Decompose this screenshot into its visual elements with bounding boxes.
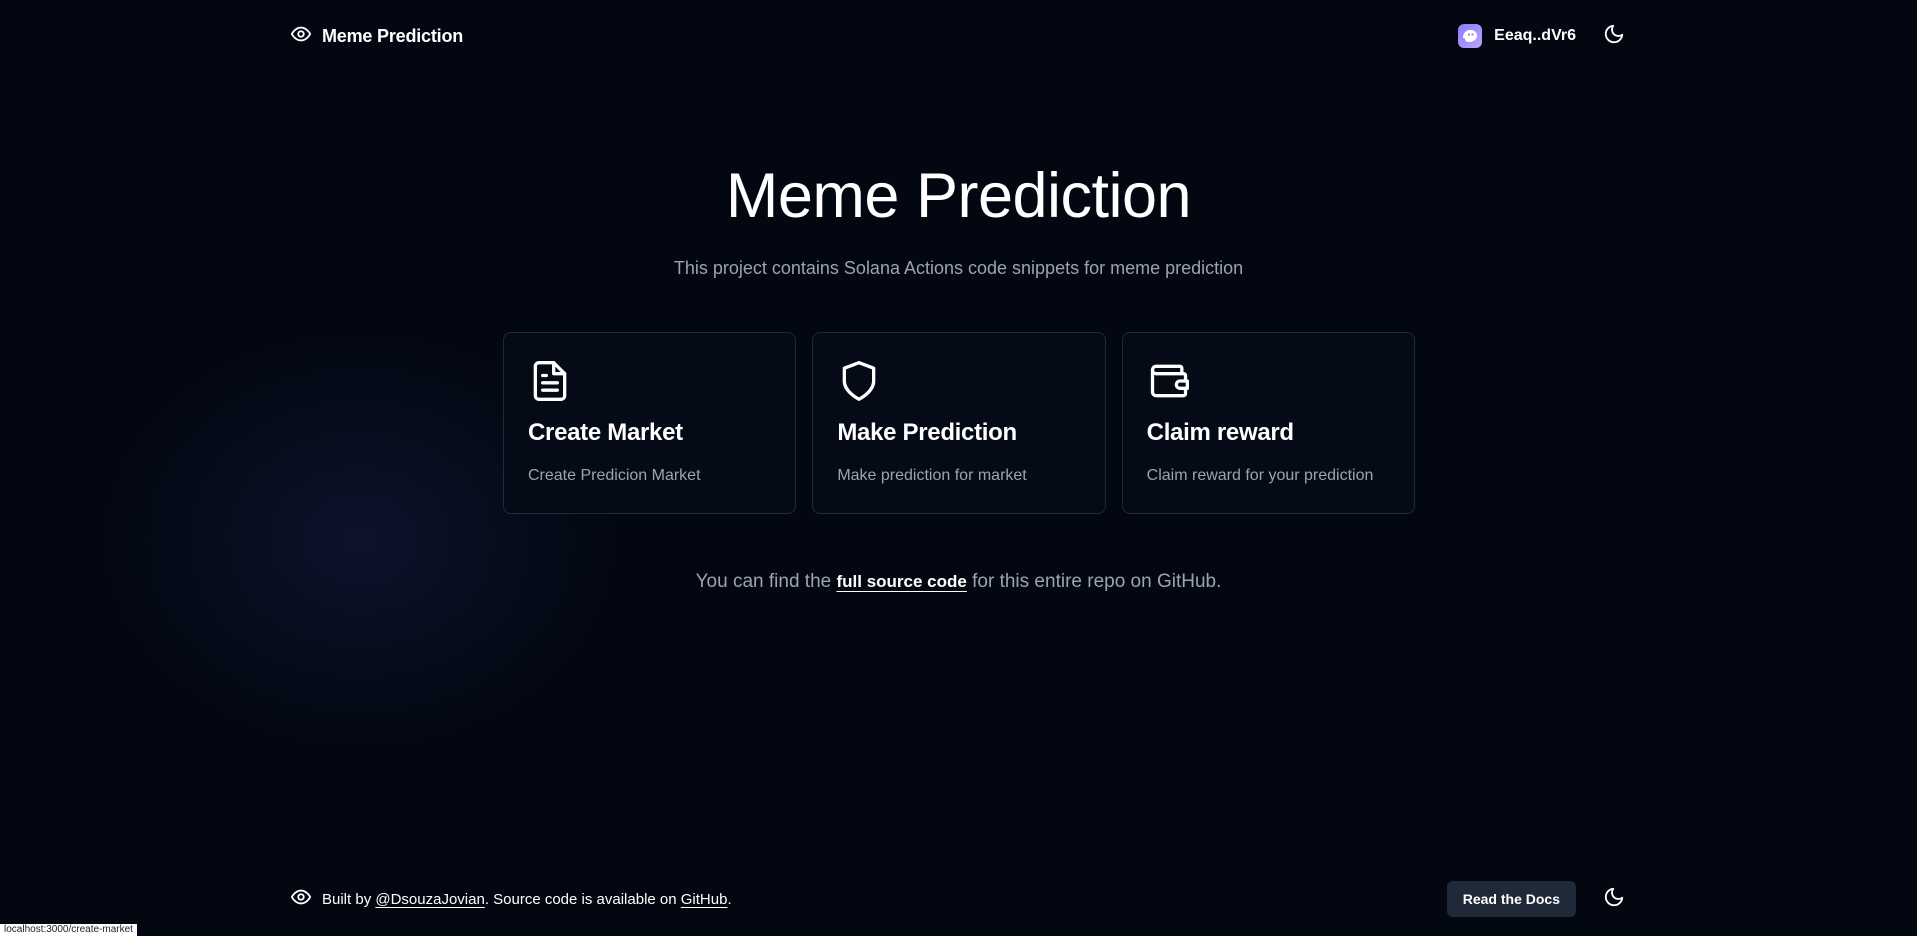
- wallet-address: Eeaq..dVr6: [1494, 27, 1576, 44]
- make-prediction-card[interactable]: Make Prediction Make prediction for mark…: [812, 332, 1106, 514]
- read-docs-button[interactable]: Read the Docs: [1446, 881, 1576, 917]
- moon-icon: [1603, 886, 1625, 913]
- brand-title: Meme Prediction: [322, 25, 464, 46]
- shield-icon: [837, 357, 881, 405]
- header-actions: Eeaq..dVr6: [1458, 24, 1626, 48]
- wallet-button[interactable]: Eeaq..dVr6: [1458, 24, 1576, 48]
- card-description: Make prediction for market: [837, 467, 1027, 484]
- eye-icon: [290, 23, 312, 50]
- source-code-note: You can find the full source code for th…: [0, 571, 1917, 593]
- built-by-label: Built by: [322, 890, 376, 908]
- browser-status-url: localhost:3000/create-market: [0, 924, 137, 936]
- document-icon: [528, 357, 572, 405]
- source-prefix: You can find the: [695, 571, 837, 592]
- action-cards: Create Market Create Predicion Market Ma…: [503, 332, 1415, 514]
- card-description: Create Predicion Market: [528, 467, 701, 484]
- claim-reward-card[interactable]: Claim reward Claim reward for your predi…: [1121, 332, 1415, 514]
- card-title: Make Prediction: [837, 419, 1017, 446]
- create-market-card[interactable]: Create Market Create Predicion Market: [503, 332, 797, 514]
- card-description: Claim reward for your prediction: [1146, 467, 1374, 484]
- footer-middle-text: . Source code is available on: [484, 890, 681, 908]
- site-footer: Built by @DsouzaJovian. Source code is a…: [290, 881, 1626, 917]
- source-suffix: for this entire repo on GitHub.: [966, 571, 1222, 592]
- footer-end-text: .: [727, 890, 732, 908]
- page-title: Meme Prediction: [725, 161, 1192, 231]
- theme-toggle-button[interactable]: [1602, 24, 1626, 48]
- author-link[interactable]: @DsouzaJovian: [375, 891, 484, 908]
- card-title: Claim reward: [1146, 419, 1294, 446]
- card-title: Create Market: [528, 419, 683, 446]
- footer-credits: Built by @DsouzaJovian. Source code is a…: [290, 886, 732, 912]
- footer-theme-toggle-button[interactable]: [1602, 887, 1626, 911]
- page-subtitle: This project contains Solana Actions cod…: [673, 258, 1244, 278]
- brand-link[interactable]: Meme Prediction: [290, 23, 463, 50]
- moon-icon: [1603, 23, 1625, 50]
- full-source-code-link[interactable]: full source code: [836, 572, 966, 591]
- footer-actions: Read the Docs: [1446, 881, 1626, 917]
- github-link[interactable]: GitHub: [681, 891, 728, 908]
- footer-text: Built by @DsouzaJovian. Source code is a…: [322, 891, 732, 908]
- site-header: Meme Prediction Eeaq..dVr6: [290, 18, 1626, 54]
- wallet-icon: [1147, 357, 1191, 405]
- wallet-avatar-icon: [1458, 24, 1483, 48]
- eye-icon: [290, 886, 312, 912]
